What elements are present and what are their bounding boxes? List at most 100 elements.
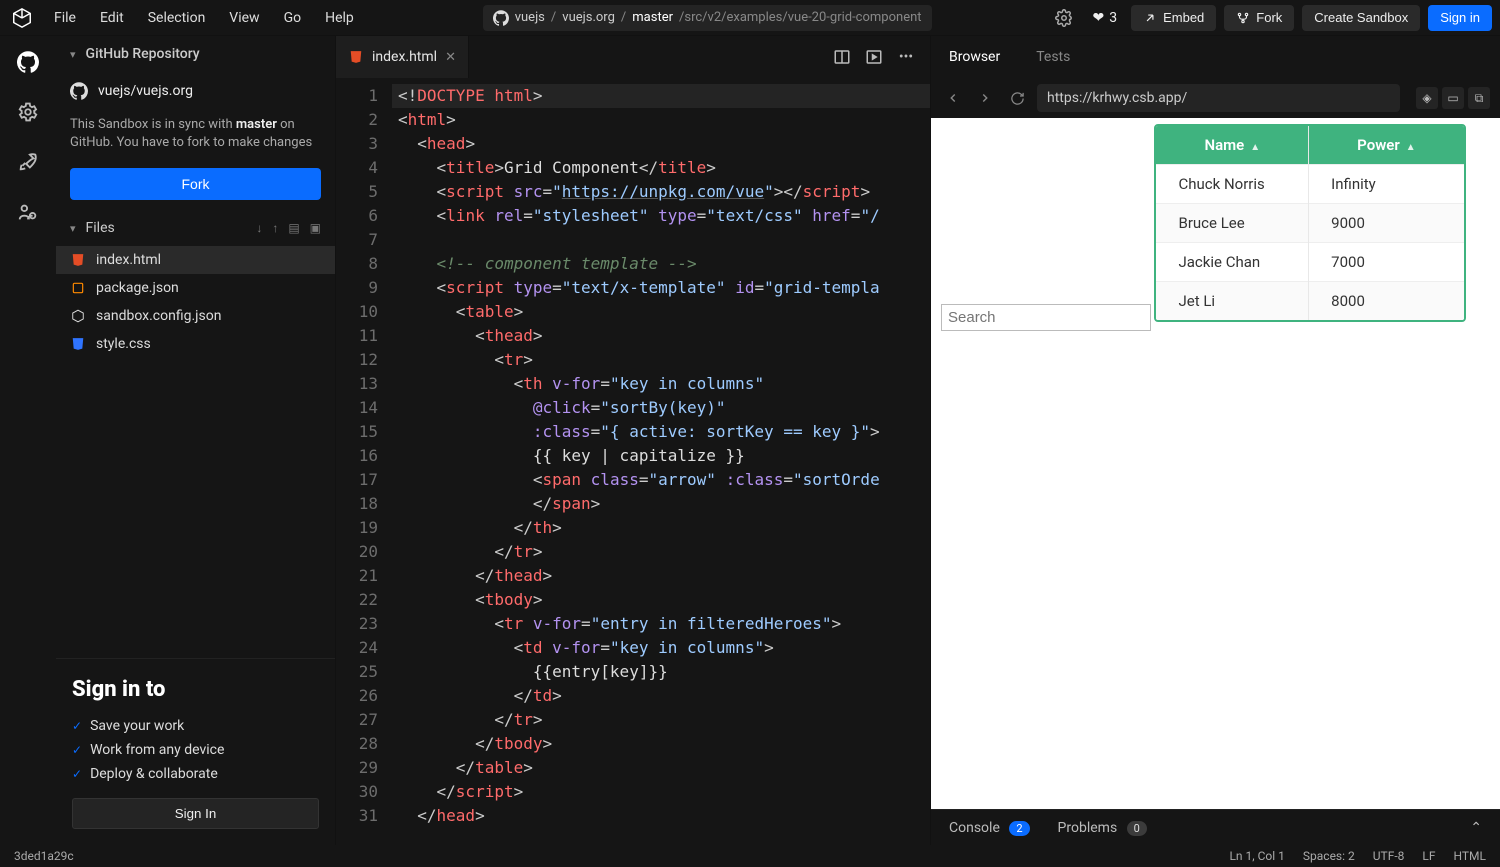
github-activity-icon[interactable] — [14, 48, 42, 76]
console-tab[interactable]: Console 2 — [949, 820, 1030, 836]
chevron-down-icon — [70, 46, 78, 62]
table-row: Bruce Lee9000 — [1156, 204, 1463, 243]
menu-selection[interactable]: Selection — [138, 6, 216, 30]
back-icon[interactable] — [941, 86, 965, 110]
problems-tab[interactable]: Problems 0 — [1058, 820, 1147, 836]
preview-bottom-bar: Console 2 Problems 0 ⌃ — [931, 809, 1500, 845]
top-actions: ❤ 3 Embed Fork Create Sandbox Sign in — [1050, 4, 1492, 32]
grid-header-power[interactable]: Power▲ — [1309, 126, 1464, 165]
tab-browser[interactable]: Browser — [931, 36, 1018, 78]
live-activity-icon[interactable] — [14, 198, 42, 226]
breadcrumb-path: /src/v2/examples/vue-20-grid-component — [679, 10, 922, 25]
indentation[interactable]: Spaces: 2 — [1303, 849, 1355, 863]
file-item-package-json[interactable]: package.json — [56, 274, 335, 302]
repo-row[interactable]: vuejs/vuejs.org — [56, 72, 335, 110]
url-bar-row: https://krhwy.csb.app/ ◈ ▭ ⧉ — [931, 78, 1500, 118]
signin-title: Sign in to — [72, 677, 319, 702]
files-header[interactable]: Files ↓ ↑ ▤ ▣ — [56, 210, 335, 246]
sidebar-header-label: GitHub Repository — [86, 46, 200, 62]
file-item-style-css[interactable]: style.css — [56, 330, 335, 358]
menu-go[interactable]: Go — [274, 6, 312, 30]
cursor-position[interactable]: Ln 1, Col 1 — [1229, 849, 1284, 863]
file-list: index.html package.json sandbox.config.j… — [56, 246, 335, 358]
new-folder-icon[interactable]: ▣ — [310, 221, 321, 235]
tab-label: index.html — [372, 49, 437, 65]
preview-frame: Name▲ Power▲ Chuck NorrisInfinityBruce L… — [931, 118, 1500, 809]
app-logo-icon[interactable] — [8, 4, 36, 32]
breadcrumb[interactable]: vuejs/ vuejs.org/ master /src/v2/example… — [483, 5, 932, 31]
cell-name: Bruce Lee — [1156, 204, 1308, 243]
sidebar-header[interactable]: GitHub Repository — [56, 36, 335, 72]
signin-button-top[interactable]: Sign in — [1428, 5, 1492, 31]
menu-view[interactable]: View — [219, 6, 269, 30]
file-item-index-html[interactable]: index.html — [56, 246, 335, 274]
benefit-row: ✓Save your work — [72, 714, 319, 738]
file-label: package.json — [96, 280, 179, 296]
download-icon[interactable]: ↓ — [256, 221, 262, 235]
tab-tests[interactable]: Tests — [1018, 36, 1088, 78]
likes-count[interactable]: ❤ 3 — [1086, 10, 1123, 26]
file-label: sandbox.config.json — [96, 308, 221, 324]
breadcrumb-repo: vuejs.org — [562, 10, 615, 25]
menu-file[interactable]: File — [44, 6, 86, 30]
cell-name: Jackie Chan — [1156, 243, 1308, 282]
cell-name: Jet Li — [1156, 282, 1308, 321]
reload-icon[interactable] — [1005, 86, 1029, 110]
github-icon — [493, 10, 509, 26]
activity-bar — [0, 36, 56, 845]
menu-edit[interactable]: Edit — [90, 6, 134, 30]
sidebar: GitHub Repository vuejs/vuejs.org This S… — [56, 36, 336, 845]
responsive-icon[interactable]: ◈ — [1416, 87, 1438, 109]
code-area[interactable]: <!DOCTYPE html><html> <head> <title>Grid… — [392, 78, 930, 845]
preview-column: Browser Tests https://krhwy.csb.app/ ◈ ▭… — [930, 36, 1500, 845]
git-sha[interactable]: 3ded1a29c — [14, 849, 74, 863]
settings-icon[interactable] — [1050, 4, 1078, 32]
search-input[interactable] — [941, 304, 1151, 331]
url-text: https://krhwy.csb.app/ — [1047, 90, 1187, 106]
cell-power: 7000 — [1309, 243, 1464, 282]
preview-icon[interactable] — [864, 47, 884, 67]
signin-label: Sign in — [1440, 10, 1480, 25]
forward-icon[interactable] — [973, 86, 997, 110]
upload-icon[interactable]: ↑ — [272, 221, 278, 235]
deploy-activity-icon[interactable] — [14, 148, 42, 176]
signin-button-panel[interactable]: Sign In — [72, 798, 319, 829]
editor-tab-index-html[interactable]: index.html ✕ — [336, 36, 469, 78]
editor-body[interactable]: 1234567891011121314151617181920212223242… — [336, 78, 930, 845]
chevron-down-icon — [70, 220, 78, 236]
menu-help[interactable]: Help — [315, 6, 364, 30]
encoding[interactable]: UTF-8 — [1373, 849, 1405, 863]
repo-name: vuejs/vuejs.org — [98, 83, 193, 99]
fork-button-sidebar[interactable]: Fork — [70, 168, 321, 200]
url-bar[interactable]: https://krhwy.csb.app/ — [1037, 84, 1400, 112]
fork-icon — [1236, 11, 1250, 25]
html-file-icon — [70, 252, 86, 268]
files-label: Files — [86, 220, 115, 236]
create-sandbox-button[interactable]: Create Sandbox — [1302, 5, 1420, 31]
file-label: index.html — [96, 252, 161, 268]
benefit-row: ✓Deploy & collaborate — [72, 762, 319, 786]
heart-icon: ❤ — [1092, 10, 1104, 26]
embed-button[interactable]: Embed — [1131, 5, 1216, 31]
cell-name: Chuck Norris — [1156, 165, 1308, 204]
top-menubar: File Edit Selection View Go Help vuejs/ … — [0, 0, 1500, 36]
grid-header-name[interactable]: Name▲ — [1156, 126, 1308, 165]
split-icon[interactable] — [832, 47, 852, 67]
github-icon — [70, 82, 88, 100]
settings-activity-icon[interactable] — [14, 98, 42, 126]
problems-count-badge: 0 — [1127, 821, 1147, 836]
signin-panel: Sign in to ✓Save your work ✓Work from an… — [56, 658, 335, 845]
file-item-sandbox-config[interactable]: sandbox.config.json — [56, 302, 335, 330]
more-icon[interactable]: ••• — [896, 47, 916, 67]
new-file-icon[interactable]: ▤ — [288, 221, 299, 235]
close-icon[interactable]: ✕ — [445, 50, 456, 65]
language-mode[interactable]: HTML — [1454, 849, 1487, 863]
check-icon: ✓ — [72, 719, 82, 733]
eol[interactable]: LF — [1422, 849, 1435, 863]
popout-icon[interactable]: ⧉ — [1468, 87, 1490, 109]
sort-arrow-icon: ▲ — [1250, 142, 1260, 153]
fork-button-top[interactable]: Fork — [1224, 5, 1294, 31]
new-window-icon[interactable]: ▭ — [1442, 87, 1464, 109]
expand-panel-icon[interactable]: ⌃ — [1470, 820, 1482, 836]
status-bar: 3ded1a29c Ln 1, Col 1 Spaces: 2 UTF-8 LF… — [0, 845, 1500, 867]
